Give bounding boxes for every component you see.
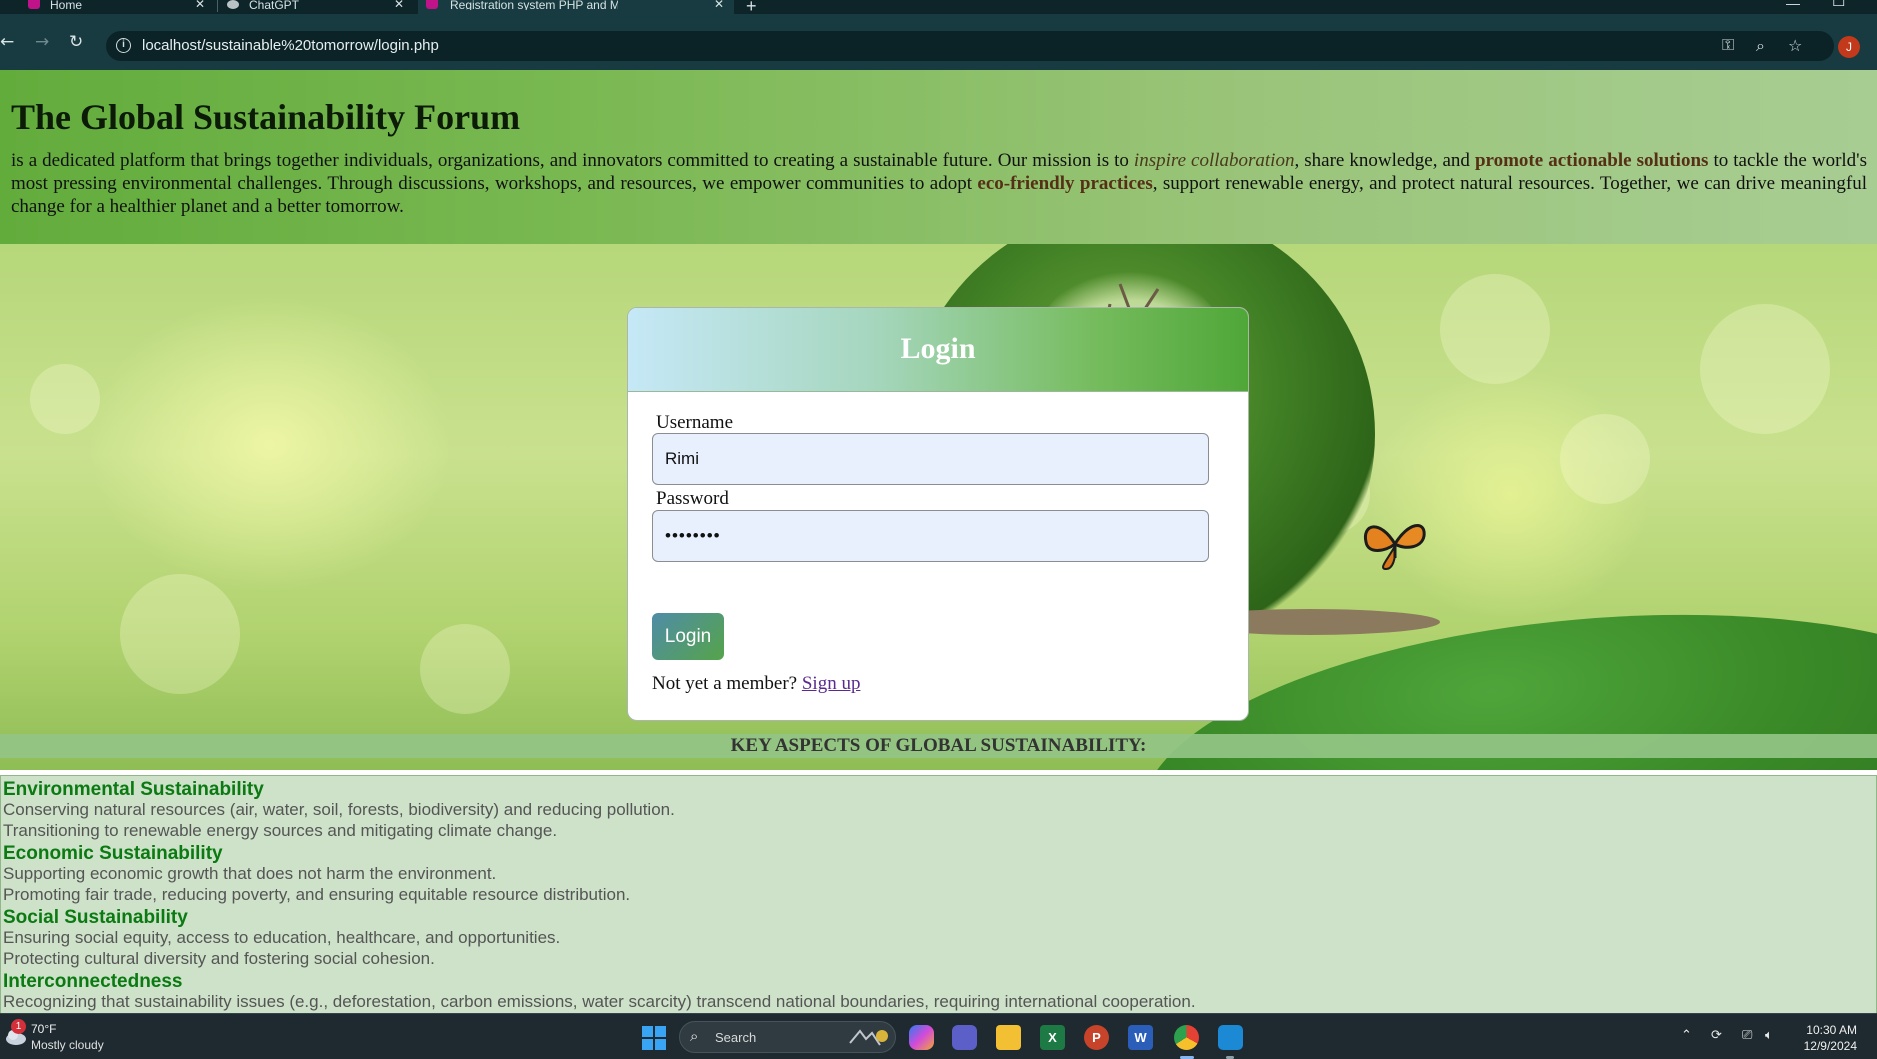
aspect-title: Environmental Sustainability [3,779,264,800]
copilot-app-icon[interactable] [909,1025,934,1050]
tab-home[interactable]: Home ✕ [28,0,208,14]
intro-strong: eco-friendly practices [977,173,1153,194]
signup-prompt: Not yet a member? Sign up [652,673,861,694]
weather-temperature[interactable]: 70°F [31,1022,56,1036]
bokeh-light [1440,274,1550,384]
browser-tab-bar: Home ✕ ChatGPT ✕ Registration system PHP… [0,0,1877,16]
tab-registration[interactable]: Registration system PHP and M ✕ [418,0,734,14]
search-icon: ⌕ [690,1027,699,1045]
aspect-line: Promoting fair trade, reducing poverty, … [3,885,631,904]
aspect-line: Supporting economic growth that does not… [3,864,497,883]
tab-chatgpt[interactable]: ChatGPT ✕ [227,0,407,14]
teams-app-icon[interactable] [952,1025,977,1050]
bokeh-light [30,364,100,434]
minimize-icon[interactable]: — [1786,0,1800,11]
password-label: Password [656,488,729,509]
tab-separator [217,0,218,12]
word-icon[interactable]: W [1128,1025,1153,1050]
tray-chevron-up-icon[interactable]: ⌃ [1681,1028,1692,1043]
aspect-title: Social Sustainability [3,907,188,928]
maximize-icon[interactable]: ☐ [1832,0,1845,10]
address-bar[interactable]: i localhost/sustainable%20tomorrow/login… [106,31,1834,61]
page-title: The Global Sustainability Forum [11,97,521,137]
chrome-icon[interactable] [1174,1025,1199,1050]
aspect-line: Transitioning to renewable energy source… [3,821,558,840]
reload-icon[interactable]: ↻ [69,34,83,51]
vscode-icon[interactable] [1218,1025,1243,1050]
aspect-title: Economic Sustainability [3,843,223,864]
taskbar-search[interactable]: ⌕ Search [679,1021,896,1053]
clock-date: 12/9/2024 [1803,1039,1857,1053]
clock-time: 10:30 AM [1806,1023,1857,1037]
key-aspects-list: Environmental Sustainability Conserving … [0,775,1877,1013]
weather-condition[interactable]: Mostly cloudy [31,1038,104,1052]
back-arrow-icon[interactable]: ← [0,34,14,51]
intro-paragraph: is a dedicated platform that brings toge… [11,150,1867,217]
tab-close-icon[interactable]: ✕ [394,0,404,10]
login-button[interactable]: Login [652,613,724,660]
site-info-icon[interactable]: i [116,38,131,53]
excel-icon[interactable]: X [1040,1025,1065,1050]
signup-link[interactable]: Sign up [802,673,861,694]
openai-icon [227,0,239,9]
bookmark-star-icon[interactable]: ☆ [1788,36,1802,55]
login-form: Login Username Rimi Password •••••••• Lo… [627,307,1249,721]
browser-toolbar: ← → ↻ i localhost/sustainable%20tomorrow… [0,14,1877,70]
bokeh-light [120,574,240,694]
tab-favicon-icon [28,0,40,9]
profile-avatar[interactable]: J [1838,36,1860,58]
sync-icon[interactable]: ⟳ [1711,1028,1722,1043]
intro-strong: promote actionable solutions [1474,150,1709,171]
windows-taskbar: 1 70°F Mostly cloudy ⌕ Search X P W ⌃ ⟳ … [0,1013,1877,1059]
url-text[interactable]: localhost/sustainable%20tomorrow/login.p… [142,37,439,54]
password-input[interactable]: •••••••• [652,510,1209,562]
network-icon[interactable]: ⎚ [1742,1028,1752,1043]
bokeh-light [420,624,510,714]
username-input[interactable]: Rimi [652,433,1209,485]
username-label: Username [656,412,734,433]
site-header: The Global Sustainability Forum is a ded… [0,70,1877,244]
aspect-line: Conserving natural resources (air, water… [3,800,675,819]
powerpoint-icon[interactable]: P [1084,1025,1109,1050]
search-label: Search [715,1030,757,1045]
web-page: The Global Sustainability Forum is a ded… [0,70,1877,1013]
taskbar-clock[interactable]: 10:30 AM 12/9/2024 [1797,1022,1857,1054]
bokeh-light [1560,414,1650,504]
zoom-icon[interactable]: ⌕ [1756,36,1765,56]
bokeh-light [1700,304,1830,434]
windows-start-icon[interactable] [642,1026,666,1050]
aspect-title: Interconnectedness [3,971,183,992]
intro-emphasis: inspire collaboration [1133,150,1295,171]
weather-notification-badge: 1 [11,1019,26,1034]
key-aspects-heading-band: KEY ASPECTS OF GLOBAL SUSTAINABILITY: [0,734,1877,758]
login-card-header: Login [628,308,1248,392]
tab-close-icon[interactable]: ✕ [195,0,205,10]
password-key-icon[interactable]: ⚿ [1722,35,1734,55]
aspect-line: Protecting cultural diversity and foster… [3,949,435,968]
forward-arrow-icon[interactable]: → [35,34,49,51]
tab-favicon-icon [426,0,438,9]
file-explorer-icon[interactable] [996,1025,1021,1050]
volume-icon[interactable]: 🔈︎ [1765,1028,1773,1043]
key-aspects-heading: KEY ASPECTS OF GLOBAL SUSTAINABILITY: [730,735,1147,756]
aspect-line: Recognizing that sustainability issues (… [3,992,1196,1011]
search-highlight-icon [849,1029,888,1046]
tab-close-icon[interactable]: ✕ [714,0,724,10]
butterfly-image [1363,524,1426,571]
aspect-line: Ensuring social equity, access to educat… [3,928,561,947]
login-title: Login [900,332,976,365]
